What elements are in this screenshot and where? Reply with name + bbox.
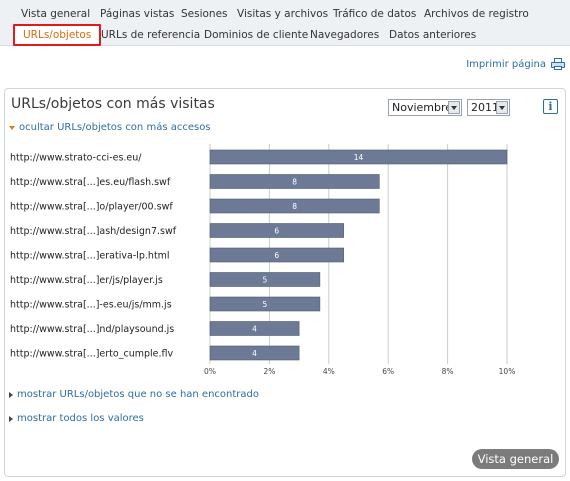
url-label: http://www.stra[...]es.eu/flash.swf bbox=[10, 177, 171, 188]
url-label: http://www.stra[...]erativa-lp.html bbox=[10, 251, 170, 262]
tab-trafico-datos[interactable]: Tráfico de datos bbox=[333, 3, 416, 25]
tab-row-primary: Vista general Páginas vistas Sesiones Vi… bbox=[0, 3, 570, 25]
bar-chart: 0% 2% 4% 6% 8% 10% http://www.strato-cci-es.eu… bbox=[10, 144, 516, 376]
x-tick-label: 2% bbox=[263, 367, 275, 376]
tab-dominios-cliente[interactable]: Dominios de cliente bbox=[204, 24, 308, 46]
bar-value-label: 8 bbox=[292, 178, 297, 187]
bar-value-label: 8 bbox=[292, 202, 297, 211]
url-label: http://www.stra[...]o/player/00.swf bbox=[10, 202, 173, 213]
tab-row-secondary: URLs/objetos URLs de referencia Dominios… bbox=[0, 24, 570, 46]
tab-navegadores[interactable]: Navegadores bbox=[310, 24, 379, 46]
x-tick-label: 4% bbox=[323, 367, 335, 376]
bar-value-label: 4 bbox=[252, 349, 257, 358]
printer-icon bbox=[551, 58, 565, 70]
url-label: http://www.strato-cci-es.eu/ bbox=[10, 153, 142, 164]
bar-value-label: 6 bbox=[274, 227, 279, 236]
tab-visitas-archivos[interactable]: Visitas y archivos bbox=[237, 3, 328, 25]
x-tick-label: 10% bbox=[499, 367, 516, 376]
print-page-link[interactable]: Imprimir página bbox=[466, 58, 565, 70]
x-tick-label: 8% bbox=[442, 367, 454, 376]
tab-urls-referencia[interactable]: URLs de referencia bbox=[101, 24, 200, 46]
url-label: http://www.stra[...]nd/playsound.js bbox=[10, 324, 174, 335]
top-urls-panel: URLs/objetos con más visitas Noviembre 2… bbox=[4, 88, 566, 477]
show-not-found-toggle[interactable]: mostrar URLs/objetos que no se han encon… bbox=[9, 389, 259, 400]
tab-datos-anteriores[interactable]: Datos anteriores bbox=[389, 24, 476, 46]
bar-value-label: 6 bbox=[274, 251, 279, 260]
tab-paginas-vistas[interactable]: Páginas vistas bbox=[100, 3, 174, 25]
tab-sesiones[interactable]: Sesiones bbox=[181, 3, 228, 25]
x-tick-label: 6% bbox=[382, 367, 394, 376]
print-page-label: Imprimir página bbox=[466, 58, 546, 70]
tab-bar: Vista general Páginas vistas Sesiones Vi… bbox=[0, 0, 570, 46]
show-all-values-label: mostrar todos los valores bbox=[17, 413, 144, 424]
x-tick-label: 0% bbox=[204, 367, 216, 376]
url-label: http://www.stra[...]ash/design7.swf bbox=[10, 226, 177, 237]
overview-button[interactable]: Vista general bbox=[472, 449, 559, 469]
show-not-found-label: mostrar URLs/objetos que no se han encon… bbox=[17, 389, 260, 400]
bar-value-label: 4 bbox=[252, 325, 257, 334]
url-label: http://www.stra[...]erto_cumple.flv bbox=[10, 349, 173, 360]
bar-value-label: 14 bbox=[354, 153, 364, 162]
show-all-values-toggle[interactable]: mostrar todos los valores bbox=[9, 413, 144, 424]
tab-urls-objetos[interactable]: URLs/objetos bbox=[13, 24, 102, 46]
bar-value-label: 5 bbox=[263, 300, 268, 309]
triangle-right-icon bbox=[9, 391, 13, 398]
tab-archivos-registro[interactable]: Archivos de registro bbox=[424, 3, 529, 25]
url-label: http://www.stra[...]er/js/player.js bbox=[10, 275, 163, 286]
bar-value-label: 5 bbox=[263, 276, 268, 285]
url-label: http://www.stra[...]-es.eu/js/mm.js bbox=[10, 300, 172, 311]
triangle-right-icon bbox=[9, 415, 13, 422]
tab-vista-general[interactable]: Vista general bbox=[21, 3, 90, 25]
